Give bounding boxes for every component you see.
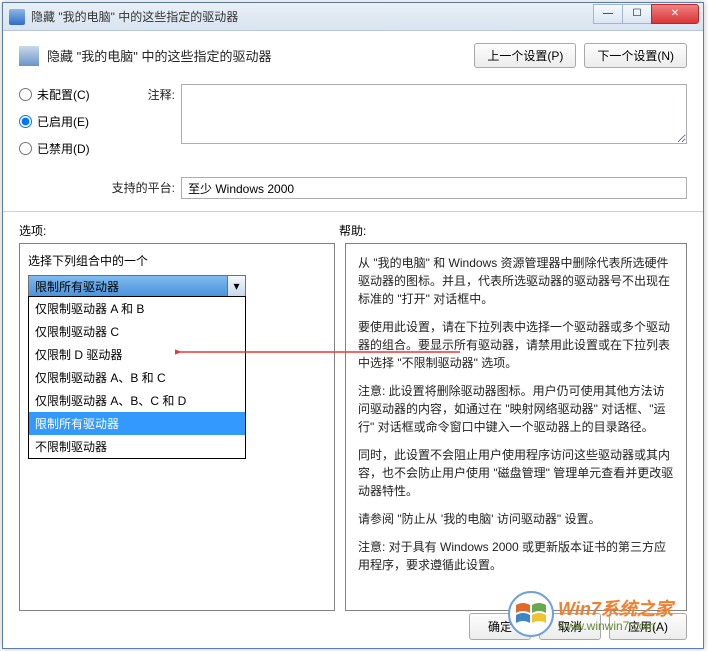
drive-combo-value: 限制所有驱动器 xyxy=(35,278,227,295)
minimize-button[interactable]: — xyxy=(593,4,623,24)
platform-field xyxy=(181,177,687,199)
options-caption: 选择下列组合中的一个 xyxy=(28,252,326,269)
help-paragraph: 注意: 对于具有 Windows 2000 或更新版本证书的第三方应用程序，要求… xyxy=(358,538,674,574)
radio-unconfigured-label: 未配置(C) xyxy=(37,86,90,103)
drive-option[interactable]: 仅限制驱动器 A 和 B xyxy=(29,297,245,320)
drive-combo[interactable]: 限制所有驱动器 ▾ xyxy=(28,275,246,297)
window-controls: — ☐ ✕ xyxy=(594,4,699,24)
comment-label: 注释: xyxy=(109,84,181,103)
drive-option[interactable]: 不限制驱动器 xyxy=(29,435,245,458)
app-icon xyxy=(9,9,25,25)
options-header: 选项: xyxy=(19,222,339,239)
dialog-window: 隐藏 "我的电脑" 中的这些指定的驱动器 — ☐ ✕ 隐藏 "我的电脑" 中的这… xyxy=(2,2,704,649)
comment-textarea[interactable] xyxy=(181,84,687,144)
policy-icon xyxy=(19,46,39,66)
body-split: 选择下列组合中的一个 限制所有驱动器 ▾ 仅限制驱动器 A 和 B 仅限制驱动器… xyxy=(3,243,703,611)
platform-label: 支持的平台: xyxy=(109,177,181,196)
chevron-down-icon[interactable]: ▾ xyxy=(227,276,245,296)
config-area: 未配置(C) 已启用(E) 已禁用(D) 注释: 支持的平台: xyxy=(3,74,703,212)
radio-unconfigured[interactable]: 未配置(C) xyxy=(19,86,109,103)
radio-disabled[interactable]: 已禁用(D) xyxy=(19,140,109,157)
cancel-button[interactable]: 取消 xyxy=(539,613,601,640)
titlebar: 隐藏 "我的电脑" 中的这些指定的驱动器 — ☐ ✕ xyxy=(3,3,703,31)
section-headers: 选项: 帮助: xyxy=(3,212,703,243)
help-paragraph: 请参阅 "防止从 '我的电脑' 访问驱动器" 设置。 xyxy=(358,510,674,528)
next-setting-button[interactable]: 下一个设置(N) xyxy=(584,43,687,68)
previous-setting-button[interactable]: 上一个设置(P) xyxy=(474,43,576,68)
close-button[interactable]: ✕ xyxy=(651,4,699,24)
drive-option[interactable]: 仅限制驱动器 C xyxy=(29,320,245,343)
help-header: 帮助: xyxy=(339,222,366,239)
help-pane: 从 "我的电脑" 和 Windows 资源管理器中删除代表所选硬件驱动器的图标。… xyxy=(345,243,687,611)
drive-option[interactable]: 仅限制驱动器 A、B 和 C xyxy=(29,366,245,389)
header-row: 隐藏 "我的电脑" 中的这些指定的驱动器 上一个设置(P) 下一个设置(N) xyxy=(3,31,703,74)
drive-dropdown-list[interactable]: 仅限制驱动器 A 和 B 仅限制驱动器 C 仅限制 D 驱动器 仅限制驱动器 A… xyxy=(28,296,246,459)
drive-option-selected[interactable]: 限制所有驱动器 xyxy=(29,412,245,435)
state-radio-group: 未配置(C) 已启用(E) 已禁用(D) xyxy=(19,84,109,167)
radio-disabled-input[interactable] xyxy=(19,142,32,155)
radio-enabled[interactable]: 已启用(E) xyxy=(19,113,109,130)
maximize-button[interactable]: ☐ xyxy=(622,4,652,24)
help-paragraph: 同时，此设置不会阻止用户使用程序访问这些驱动器或其内容，也不会防止用户使用 "磁… xyxy=(358,446,674,500)
radio-disabled-label: 已禁用(D) xyxy=(37,140,90,157)
drive-option[interactable]: 仅限制驱动器 A、B、C 和 D xyxy=(29,389,245,412)
ok-button[interactable]: 确定 xyxy=(469,613,531,640)
radio-unconfigured-input[interactable] xyxy=(19,88,32,101)
radio-enabled-label: 已启用(E) xyxy=(37,113,89,130)
dialog-footer: 确定 取消 应用(A) xyxy=(3,613,703,640)
policy-title: 隐藏 "我的电脑" 中的这些指定的驱动器 xyxy=(47,46,466,65)
apply-button[interactable]: 应用(A) xyxy=(609,613,687,640)
help-paragraph: 从 "我的电脑" 和 Windows 资源管理器中删除代表所选硬件驱动器的图标。… xyxy=(358,254,674,308)
help-paragraph: 要使用此设置，请在下拉列表中选择一个驱动器或多个驱动器的组合。要显示所有驱动器，… xyxy=(358,318,674,372)
radio-enabled-input[interactable] xyxy=(19,115,32,128)
window-title: 隐藏 "我的电脑" 中的这些指定的驱动器 xyxy=(31,8,594,25)
drive-option[interactable]: 仅限制 D 驱动器 xyxy=(29,343,245,366)
help-paragraph: 注意: 此设置将删除驱动器图标。用户仍可使用其他方法访问驱动器的内容，如通过在 … xyxy=(358,382,674,436)
options-pane: 选择下列组合中的一个 限制所有驱动器 ▾ 仅限制驱动器 A 和 B 仅限制驱动器… xyxy=(19,243,335,611)
